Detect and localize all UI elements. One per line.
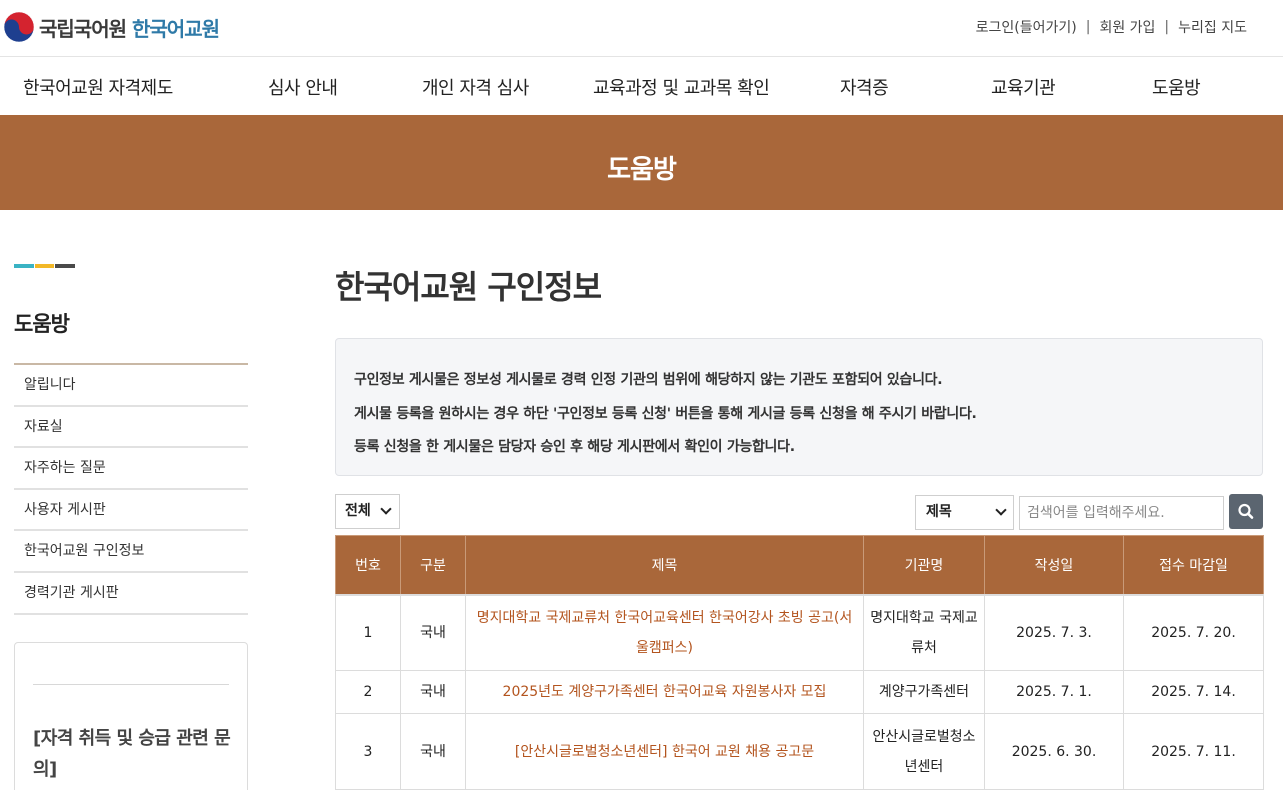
- sidebar-title: 도움방: [14, 312, 70, 336]
- chevron-down-icon: [995, 504, 1007, 516]
- nav-help[interactable]: 도움방: [1152, 74, 1201, 100]
- category-select-value: 전체: [345, 503, 371, 519]
- col-header-number: 번호: [335, 535, 401, 595]
- signup-link[interactable]: 회원 가입: [1099, 17, 1155, 37]
- table-row[interactable]: 2 국내 2025년도 계양구가족센터 한국어교육 자원봉사자 모집 계양구가족…: [335, 670, 1264, 714]
- col-header-title: 제목: [465, 535, 864, 595]
- utility-links: 로그인(들어가기) | 회원 가입 | 누리집 지도: [976, 17, 1247, 37]
- sidebar-item-notices[interactable]: 알립니다: [14, 365, 248, 407]
- cell-number: 2: [335, 670, 401, 714]
- top-bar: 국립국어원 한국어교원 로그인(들어가기) | 회원 가입 | 누리집 지도: [0, 0, 1283, 57]
- divider: |: [1164, 19, 1170, 35]
- main-navigation: 한국어교원 자격제도 심사 안내 개인 자격 심사 교육과정 및 교과목 확인 …: [0, 57, 1283, 115]
- nav-curriculum-check[interactable]: 교육과정 및 교과목 확인: [593, 74, 770, 100]
- nav-certificate[interactable]: 자격증: [840, 74, 889, 100]
- search-input[interactable]: [1019, 496, 1224, 530]
- cell-type: 국내: [400, 713, 466, 790]
- sidebar-item-career-board[interactable]: 경력기관 게시판: [14, 573, 248, 615]
- cell-posted: 2025. 7. 1.: [984, 670, 1124, 714]
- cell-title-link[interactable]: 명지대학교 국제교류처 한국어교육센터 한국어강사 초빙 공고(서울캠퍼스): [465, 593, 864, 671]
- sitemap-link[interactable]: 누리집 지도: [1178, 17, 1247, 37]
- cell-deadline: 2025. 7. 14.: [1123, 670, 1264, 714]
- notice-box: 구인정보 게시물은 정보성 게시물로 경력 인정 기관의 범위에 해당하지 않는…: [335, 338, 1263, 476]
- org-name: 국립국어원: [39, 16, 127, 41]
- category-select[interactable]: 전체: [335, 494, 400, 529]
- sidebar-item-archive[interactable]: 자료실: [14, 407, 248, 449]
- nav-individual-review[interactable]: 개인 자격 심사: [422, 74, 529, 100]
- notice-line: 게시물 등록을 원하시는 경우 하단 '구인정보 등록 신청' 버튼을 통해 게…: [354, 405, 977, 422]
- search-icon: [1238, 503, 1254, 519]
- search-field-select[interactable]: 제목: [915, 495, 1014, 530]
- search-field-value: 제목: [926, 504, 952, 520]
- sidebar-accent-bar: [14, 264, 76, 268]
- nav-institutions[interactable]: 교육기관: [991, 74, 1056, 100]
- chevron-down-icon: [380, 503, 392, 515]
- nav-review-guide[interactable]: 심사 안내: [268, 74, 338, 100]
- sidebar-item-job-posting[interactable]: 한국어교원 구인정보: [14, 531, 248, 573]
- cell-title-link[interactable]: [안산시글로벌청소년센터] 한국어 교원 채용 공고문: [465, 713, 864, 790]
- search-button[interactable]: [1229, 494, 1263, 529]
- job-posting-table: 번호 구분 제목 기관명 작성일 접수 마감일 1 국내 명지대학교 국제교류처…: [335, 535, 1264, 790]
- cell-posted: 2025. 6. 30.: [984, 713, 1124, 790]
- cell-number: 3: [335, 713, 401, 790]
- cell-number: 1: [335, 593, 401, 671]
- inquiry-box: [자격 취득 및 승급 관련 문의]: [14, 642, 248, 790]
- table-row[interactable]: 3 국내 [안산시글로벌청소년센터] 한국어 교원 채용 공고문 안산시글로벌청…: [335, 713, 1264, 790]
- nav-qualification-system[interactable]: 한국어교원 자격제도: [23, 74, 173, 100]
- taegeuk-logo-icon: [3, 11, 35, 43]
- cell-type: 국내: [400, 593, 466, 671]
- cell-type: 국내: [400, 670, 466, 714]
- col-header-org: 기관명: [863, 535, 985, 595]
- table-header-row: 번호 구분 제목 기관명 작성일 접수 마감일: [335, 535, 1264, 595]
- sidebar-menu: 알립니다 자료실 자주하는 질문 사용자 게시판 한국어교원 구인정보 경력기관…: [14, 363, 248, 615]
- sidebar-item-faq[interactable]: 자주하는 질문: [14, 448, 248, 490]
- section-banner: 도움방: [0, 115, 1283, 210]
- table-row[interactable]: 1 국내 명지대학교 국제교류처 한국어교육센터 한국어강사 초빙 공고(서울캠…: [335, 593, 1264, 671]
- banner-title: 도움방: [607, 155, 677, 185]
- divider: |: [1085, 19, 1091, 35]
- login-link[interactable]: 로그인(들어가기): [976, 17, 1077, 37]
- notice-line: 구인정보 게시물은 정보성 게시물로 경력 인정 기관의 범위에 해당하지 않는…: [354, 372, 943, 388]
- col-header-type: 구분: [400, 535, 466, 595]
- cell-org: 안산시글로벌청소년센터: [863, 713, 985, 790]
- cell-title-link[interactable]: 2025년도 계양구가족센터 한국어교육 자원봉사자 모집: [465, 670, 864, 714]
- cell-posted: 2025. 7. 3.: [984, 593, 1124, 671]
- site-name: 한국어교원: [132, 16, 220, 41]
- sidebar-item-user-board[interactable]: 사용자 게시판: [14, 490, 248, 532]
- inquiry-box-title: [자격 취득 및 승급 관련 문의]: [33, 728, 231, 780]
- cell-deadline: 2025. 7. 11.: [1123, 713, 1264, 790]
- col-header-deadline: 접수 마감일: [1123, 535, 1264, 595]
- divider: [33, 684, 229, 685]
- site-logo[interactable]: 국립국어원 한국어교원: [3, 10, 220, 44]
- cell-org: 명지대학교 국제교류처: [863, 593, 985, 671]
- cell-deadline: 2025. 7. 20.: [1123, 593, 1264, 671]
- col-header-posted: 작성일: [984, 535, 1124, 595]
- cell-org: 계양구가족센터: [863, 670, 985, 714]
- page-title: 한국어교원 구인정보: [335, 268, 602, 306]
- notice-line: 등록 신청을 한 게시물은 담당자 승인 후 해당 게시판에서 확인이 가능합니…: [354, 439, 795, 455]
